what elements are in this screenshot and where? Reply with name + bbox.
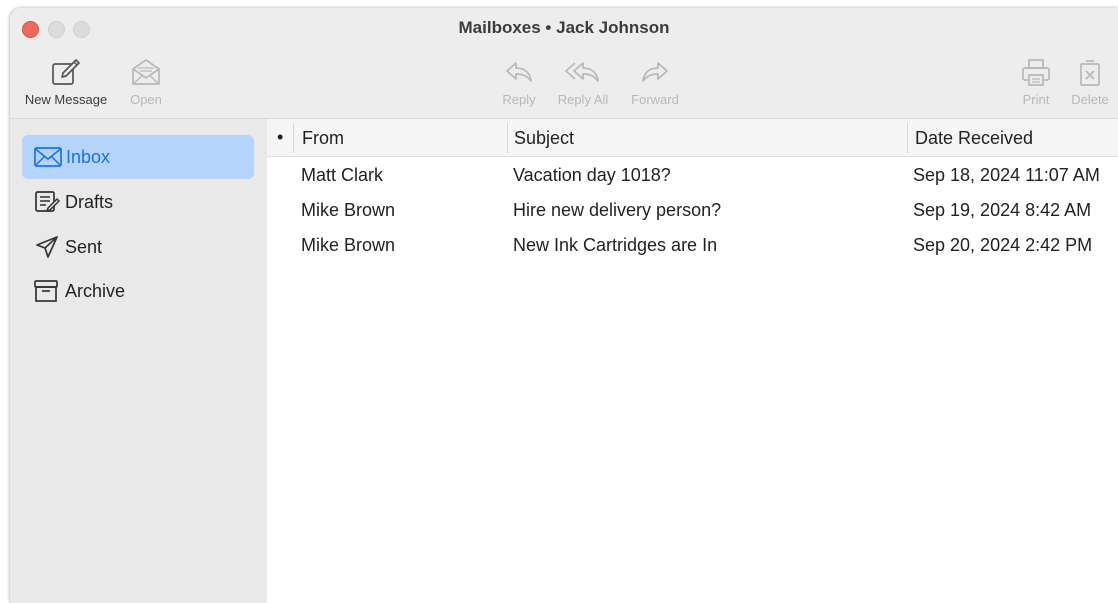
forward-label: Forward bbox=[631, 92, 679, 107]
reply-button[interactable]: Reply bbox=[496, 56, 542, 107]
table-row[interactable]: Matt Clark Vacation day 1018? Sep 18, 20… bbox=[267, 157, 1118, 192]
sidebar-item-archive[interactable]: Archive bbox=[22, 269, 254, 313]
window-title: Mailboxes • Jack Johnson bbox=[458, 18, 670, 37]
delete-label: Delete bbox=[1071, 92, 1109, 107]
mail-window: Mailboxes • Jack Johnson New Message Ope… bbox=[10, 8, 1118, 603]
printer-icon bbox=[1022, 59, 1050, 86]
delete-button[interactable]: Delete bbox=[1066, 56, 1114, 107]
sidebar-item-sent[interactable]: Sent bbox=[22, 225, 254, 269]
reply-all-arrow-icon bbox=[565, 62, 599, 82]
print-label: Print bbox=[1022, 92, 1050, 107]
subject-cell: New Ink Cartridges are In bbox=[513, 235, 718, 255]
column-divider[interactable] bbox=[293, 123, 294, 153]
reply-label: Reply bbox=[502, 92, 536, 107]
from-cell: Mike Brown bbox=[301, 200, 396, 220]
column-divider[interactable] bbox=[507, 123, 508, 153]
date-cell: Sep 20, 2024 2:42 PM bbox=[913, 235, 1093, 255]
archive-box-icon bbox=[34, 280, 58, 302]
paper-plane-icon bbox=[36, 236, 58, 258]
from-column-header[interactable]: From bbox=[302, 128, 344, 149]
envelope-icon bbox=[34, 147, 62, 167]
date-cell: Sep 19, 2024 8:42 AM bbox=[913, 200, 1092, 220]
status-column-header[interactable]: • bbox=[277, 127, 283, 148]
from-cell: Mike Brown bbox=[301, 235, 396, 255]
mailbox-sidebar: Inbox Drafts Sent Archive bbox=[10, 119, 267, 603]
sidebar-item-label: Drafts bbox=[65, 192, 114, 212]
open-envelope-icon bbox=[132, 59, 160, 85]
forward-arrow-icon bbox=[642, 62, 668, 82]
subject-column-header[interactable]: Subject bbox=[514, 128, 574, 149]
message-list: • From Subject Date Received Matt Clark … bbox=[267, 119, 1118, 603]
column-divider[interactable] bbox=[907, 123, 908, 153]
open-label: Open bbox=[130, 92, 162, 107]
toolbar: Mailboxes • Jack Johnson New Message Ope… bbox=[10, 8, 1118, 119]
sidebar-item-inbox[interactable]: Inbox bbox=[22, 135, 254, 179]
open-button[interactable]: Open bbox=[123, 56, 169, 107]
drafts-icon bbox=[35, 191, 60, 212]
sidebar-item-drafts[interactable]: Drafts bbox=[22, 180, 254, 224]
sidebar-item-label: Archive bbox=[65, 281, 126, 301]
subject-cell: Hire new delivery person? bbox=[513, 200, 722, 220]
reply-arrow-icon bbox=[506, 62, 532, 82]
from-cell: Matt Clark bbox=[301, 165, 384, 185]
forward-button[interactable]: Forward bbox=[624, 56, 686, 107]
reply-all-button[interactable]: Reply All bbox=[550, 56, 616, 107]
date-cell: Sep 18, 2024 11:07 AM bbox=[913, 165, 1100, 185]
trash-icon bbox=[1080, 60, 1100, 86]
message-list-header: • From Subject Date Received bbox=[267, 119, 1118, 157]
print-button[interactable]: Print bbox=[1014, 56, 1058, 107]
sidebar-item-label: Inbox bbox=[66, 147, 111, 167]
date-column-header[interactable]: Date Received bbox=[915, 128, 1033, 149]
sidebar-item-label: Sent bbox=[65, 237, 103, 257]
reply-all-label: Reply All bbox=[557, 92, 609, 107]
compose-icon bbox=[52, 59, 80, 85]
new-message-button[interactable]: New Message bbox=[18, 56, 114, 107]
subject-cell: Vacation day 1018? bbox=[513, 165, 671, 185]
table-row[interactable]: Mike Brown Hire new delivery person? Sep… bbox=[267, 192, 1118, 227]
new-message-label: New Message bbox=[24, 92, 108, 107]
table-row[interactable]: Mike Brown New Ink Cartridges are In Sep… bbox=[267, 227, 1118, 262]
